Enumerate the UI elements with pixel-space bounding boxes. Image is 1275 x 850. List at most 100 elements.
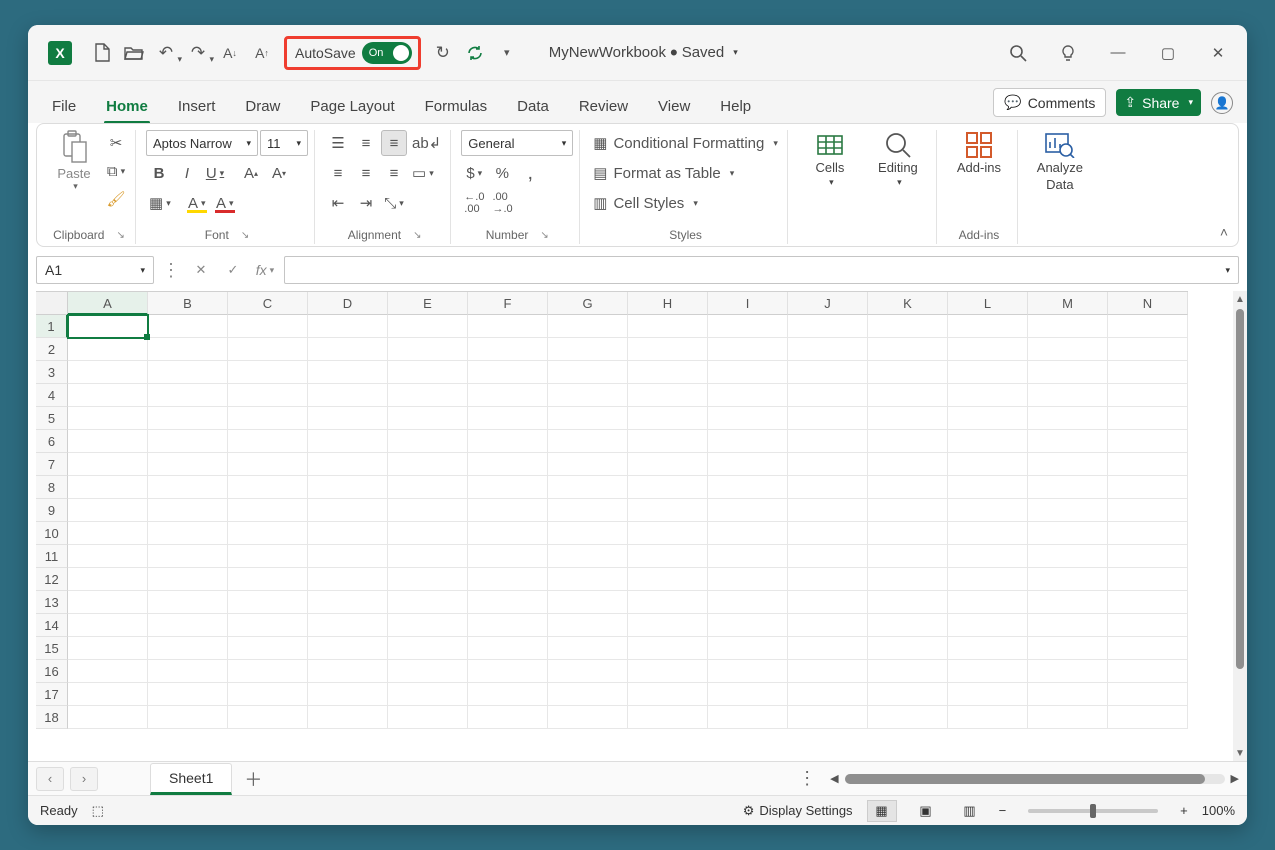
- dialog-launcher-icon[interactable]: ↘: [241, 230, 249, 241]
- cell[interactable]: [708, 384, 788, 407]
- cell[interactable]: [68, 384, 148, 407]
- cell[interactable]: [708, 522, 788, 545]
- fx-icon[interactable]: fx▾: [252, 257, 278, 283]
- cell[interactable]: [868, 568, 948, 591]
- orientation-icon[interactable]: ⤡▾: [381, 190, 407, 216]
- cell[interactable]: [548, 706, 628, 729]
- cell[interactable]: [1108, 476, 1188, 499]
- column-header[interactable]: H: [628, 292, 708, 315]
- accounting-format-icon[interactable]: $▾: [461, 160, 487, 186]
- cell[interactable]: [148, 499, 228, 522]
- cell[interactable]: [228, 315, 308, 338]
- font-color-button[interactable]: A▾: [212, 190, 238, 216]
- cell[interactable]: [1028, 407, 1108, 430]
- shrink-font-icon[interactable]: A▾: [266, 160, 292, 186]
- cell[interactable]: [1108, 407, 1188, 430]
- cell[interactable]: [388, 407, 468, 430]
- copy-icon[interactable]: ⧉▾: [103, 158, 129, 184]
- cell[interactable]: [628, 430, 708, 453]
- cell[interactable]: [548, 499, 628, 522]
- cell[interactable]: [1108, 499, 1188, 522]
- fill-color-button[interactable]: A▾: [184, 190, 210, 216]
- cell[interactable]: [1028, 361, 1108, 384]
- cell[interactable]: [388, 361, 468, 384]
- cell[interactable]: [388, 522, 468, 545]
- cell[interactable]: [948, 706, 1028, 729]
- cell[interactable]: [628, 614, 708, 637]
- cell[interactable]: [788, 591, 868, 614]
- tab-insert[interactable]: Insert: [168, 90, 226, 123]
- cell[interactable]: [228, 706, 308, 729]
- cell[interactable]: [1028, 683, 1108, 706]
- cell[interactable]: [868, 660, 948, 683]
- cell[interactable]: [388, 683, 468, 706]
- column-header[interactable]: E: [388, 292, 468, 315]
- cell[interactable]: [1108, 315, 1188, 338]
- font-name-dropdown[interactable]: Aptos Narrow▾: [146, 130, 258, 156]
- cell[interactable]: [148, 476, 228, 499]
- align-center-icon[interactable]: ≡: [353, 160, 379, 186]
- cell[interactable]: [148, 453, 228, 476]
- undo-button[interactable]: ↶▾: [152, 37, 180, 69]
- dialog-launcher-icon[interactable]: ↘: [540, 230, 548, 241]
- cell[interactable]: [788, 568, 868, 591]
- cell[interactable]: [948, 545, 1028, 568]
- cell[interactable]: [308, 361, 388, 384]
- column-header[interactable]: M: [1028, 292, 1108, 315]
- cell[interactable]: [868, 522, 948, 545]
- cell[interactable]: [548, 407, 628, 430]
- cell[interactable]: [708, 706, 788, 729]
- cell[interactable]: [548, 476, 628, 499]
- bold-button[interactable]: B: [146, 160, 172, 186]
- cell[interactable]: [948, 660, 1028, 683]
- tips-icon[interactable]: [1045, 33, 1091, 73]
- cell[interactable]: [308, 499, 388, 522]
- cell[interactable]: [388, 453, 468, 476]
- underline-button[interactable]: U▾: [202, 160, 228, 186]
- increase-indent-icon[interactable]: ⇥: [353, 190, 379, 216]
- open-file-icon[interactable]: [120, 37, 148, 69]
- cell[interactable]: [1028, 591, 1108, 614]
- row-header[interactable]: 10: [36, 522, 68, 545]
- scroll-up-icon[interactable]: ▲: [1235, 291, 1245, 307]
- row-header[interactable]: 11: [36, 545, 68, 568]
- column-header[interactable]: C: [228, 292, 308, 315]
- tab-formulas[interactable]: Formulas: [415, 90, 498, 123]
- cell[interactable]: [468, 591, 548, 614]
- cell[interactable]: [788, 453, 868, 476]
- cell[interactable]: [228, 614, 308, 637]
- cell[interactable]: [388, 545, 468, 568]
- cell[interactable]: [628, 706, 708, 729]
- cell[interactable]: [388, 476, 468, 499]
- cell[interactable]: [948, 453, 1028, 476]
- cell[interactable]: [228, 637, 308, 660]
- font-size-dropdown[interactable]: 11▾: [260, 130, 308, 156]
- scroll-left-icon[interactable]: ◀: [830, 772, 838, 785]
- cell[interactable]: [628, 660, 708, 683]
- cell[interactable]: [388, 568, 468, 591]
- cell-styles-button[interactable]: ▥ Cell Styles▾: [590, 190, 701, 216]
- row-header[interactable]: 7: [36, 453, 68, 476]
- cell[interactable]: [628, 568, 708, 591]
- cell[interactable]: [228, 361, 308, 384]
- row-header[interactable]: 17: [36, 683, 68, 706]
- cell[interactable]: [788, 683, 868, 706]
- cell[interactable]: [628, 683, 708, 706]
- comments-button[interactable]: 💬 Comments: [993, 88, 1106, 117]
- cell[interactable]: [468, 683, 548, 706]
- percent-format-icon[interactable]: %: [489, 160, 515, 186]
- normal-view-icon[interactable]: ▦: [867, 800, 897, 822]
- cell[interactable]: [468, 384, 548, 407]
- zoom-slider[interactable]: [1028, 809, 1158, 813]
- cell[interactable]: [228, 545, 308, 568]
- row-header[interactable]: 3: [36, 361, 68, 384]
- column-header[interactable]: G: [548, 292, 628, 315]
- cell[interactable]: [1028, 315, 1108, 338]
- formula-bar-grip[interactable]: ⋮: [162, 260, 180, 281]
- cell[interactable]: [708, 545, 788, 568]
- cell[interactable]: [68, 614, 148, 637]
- row-header[interactable]: 12: [36, 568, 68, 591]
- workbook-title[interactable]: MyNewWorkbook • Saved ▾: [549, 44, 738, 61]
- add-sheet-button[interactable]: ＋: [238, 767, 268, 791]
- cell[interactable]: [68, 499, 148, 522]
